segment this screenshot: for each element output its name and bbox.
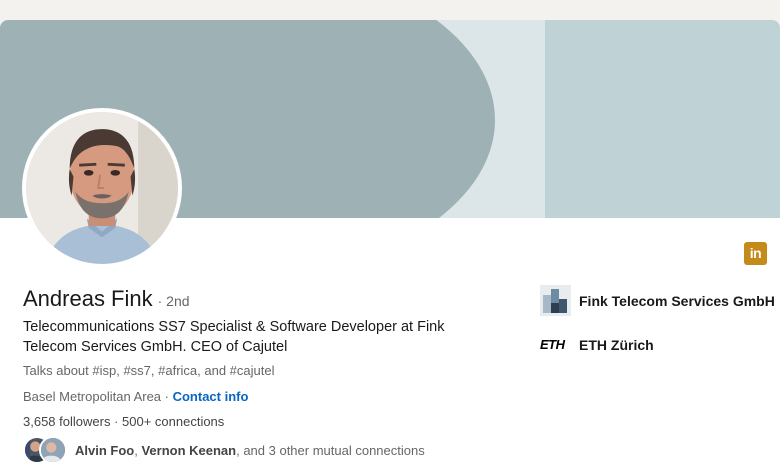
mutual-avatars [23,436,69,464]
profile-photo-image [26,112,178,264]
followers-count[interactable]: 3,658 followers [23,414,110,429]
mutual-connections[interactable]: Alvin Foo, Vernon Keenan, and 3 other mu… [23,436,425,464]
contact-info-link[interactable]: Contact info [173,389,249,404]
current-company[interactable]: Fink Telecom Services GmbH [540,285,775,316]
location-separator: · [161,389,173,404]
location-text: Basel Metropolitan Area [23,389,162,404]
stats-separator: · [110,414,123,429]
mutual-rest: , and 3 other mutual connections [236,442,425,458]
talks-about: Talks about #isp, #ss7, #africa, and #ca… [23,363,275,378]
stats-row: 3,658 followers · 500+ connections [23,414,224,429]
name-row: Andreas Fink · 2nd [23,286,190,312]
connections-count[interactable]: 500+ connections [122,414,224,429]
school-name: ETH Zürich [579,336,654,353]
connection-degree: · 2nd [157,293,190,309]
company-name: Fink Telecom Services GmbH [579,292,775,309]
mutual-name: Alvin Foo [75,442,135,458]
education-school[interactable]: ETH ETH Zürich [540,329,654,360]
profile-card: in Andreas Fink · 2nd Telecommunications… [0,20,780,470]
profile-name: Andreas Fink [23,286,153,311]
school-logo: ETH [540,337,565,352]
location-row: Basel Metropolitan Area · Contact info [23,389,248,404]
mutual-connections-text: Alvin Foo, Vernon Keenan, and 3 other mu… [75,443,425,458]
profile-headline: Telecommunications SS7 Specialist & Soft… [23,319,445,355]
company-logo [540,285,571,316]
banner-shape-right [545,20,780,218]
mutual-name: Vernon Keenan [141,442,237,458]
profile-photo[interactable] [22,108,182,268]
linkedin-icon[interactable]: in [744,242,767,265]
mutual-avatar [39,436,67,464]
